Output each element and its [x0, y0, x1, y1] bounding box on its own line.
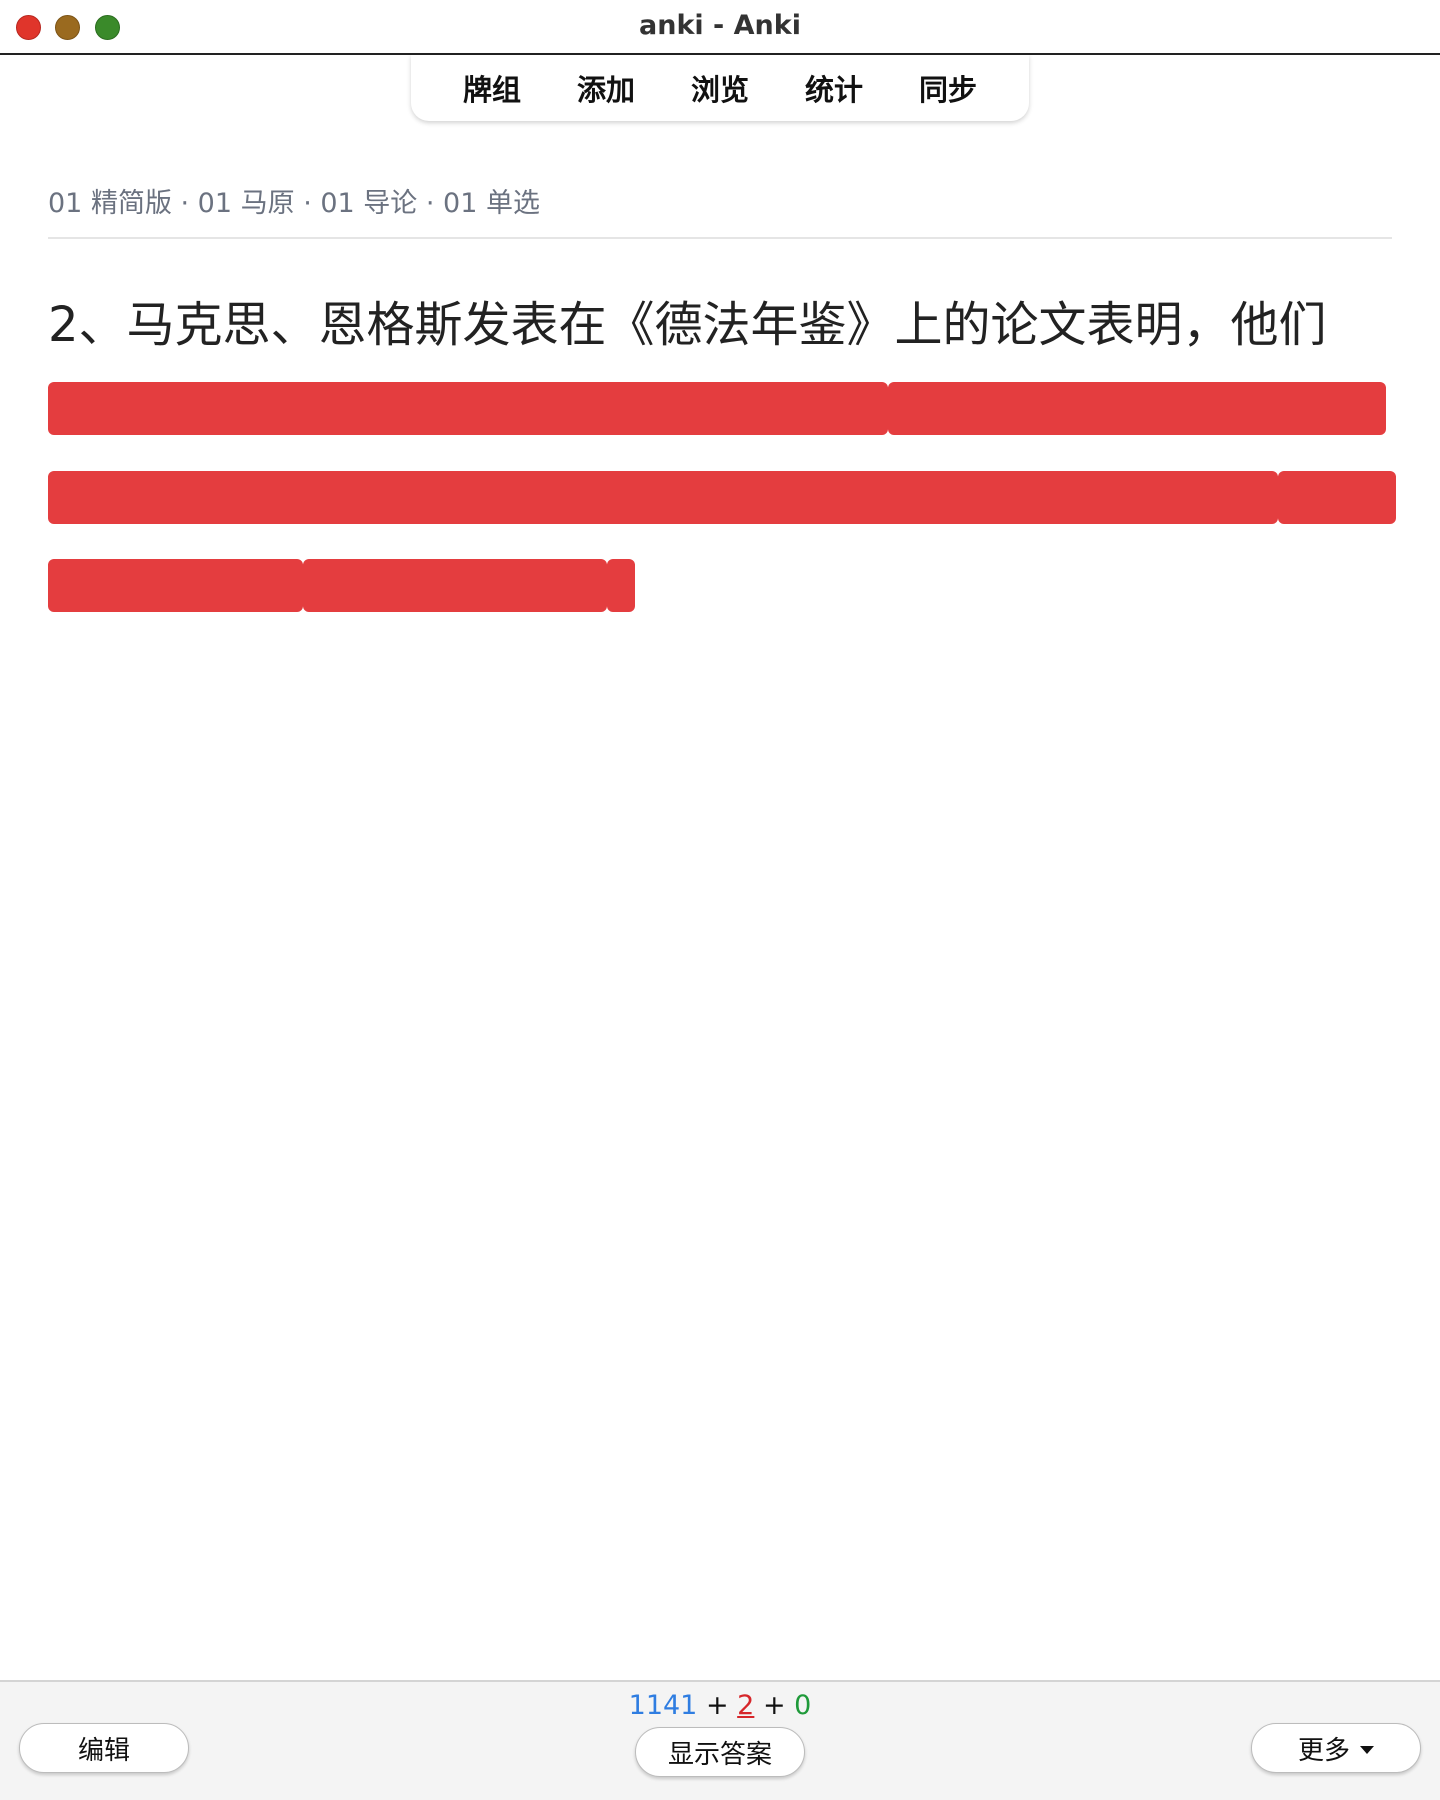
toolbar-decks[interactable]: 牌组: [455, 63, 529, 113]
divider: [48, 237, 1392, 239]
more-button-label: 更多: [1297, 1735, 1350, 1766]
edit-button[interactable]: 编辑: [19, 1723, 189, 1773]
show-answer-label: 显示答案: [667, 1739, 772, 1770]
redaction-block: [48, 382, 888, 435]
more-button[interactable]: 更多: [1251, 1723, 1421, 1773]
edit-button-label: 编辑: [77, 1735, 130, 1766]
main-toolbar: 牌组 添加 浏览 统计 同步: [411, 55, 1029, 121]
new-count: 1141: [628, 1690, 698, 1721]
count-separator: +: [762, 1690, 786, 1721]
toolbar-browse[interactable]: 浏览: [683, 63, 757, 113]
card-question: 2、马克思、恩格斯发表在《德法年鉴》上的论文表明，他们: [48, 297, 1327, 353]
count-separator: +: [705, 1690, 729, 1721]
toolbar-sync[interactable]: 同步: [911, 63, 985, 113]
review-bottom-bar: 1141 + 2 + 0 编辑 显示答案 更多: [0, 1680, 1440, 1800]
title-bar[interactable]: anki - Anki: [0, 0, 1440, 55]
redaction-block: [303, 559, 607, 612]
redaction-block: [48, 471, 1278, 524]
toolbar-stats[interactable]: 统计: [797, 63, 871, 113]
window-title: anki - Anki: [639, 10, 801, 41]
redaction-block: [48, 559, 303, 612]
redaction-block: [1278, 471, 1396, 524]
redaction-block: [888, 382, 1386, 435]
chevron-down-icon: [1360, 1745, 1374, 1754]
redaction-block: [607, 559, 635, 612]
show-answer-button[interactable]: 显示答案: [635, 1727, 805, 1777]
anki-window: anki - Anki 牌组 添加 浏览 统计 同步 01 精简版 · 01 马…: [0, 0, 1440, 1800]
learn-count: 2: [737, 1690, 755, 1721]
review-count: 0: [794, 1690, 812, 1721]
due-counts: 1141 + 2 + 0: [0, 1690, 1440, 1721]
deck-path: 01 精简版 · 01 马原 · 01 导论 · 01 单选: [48, 188, 540, 219]
toolbar-add[interactable]: 添加: [569, 63, 643, 113]
